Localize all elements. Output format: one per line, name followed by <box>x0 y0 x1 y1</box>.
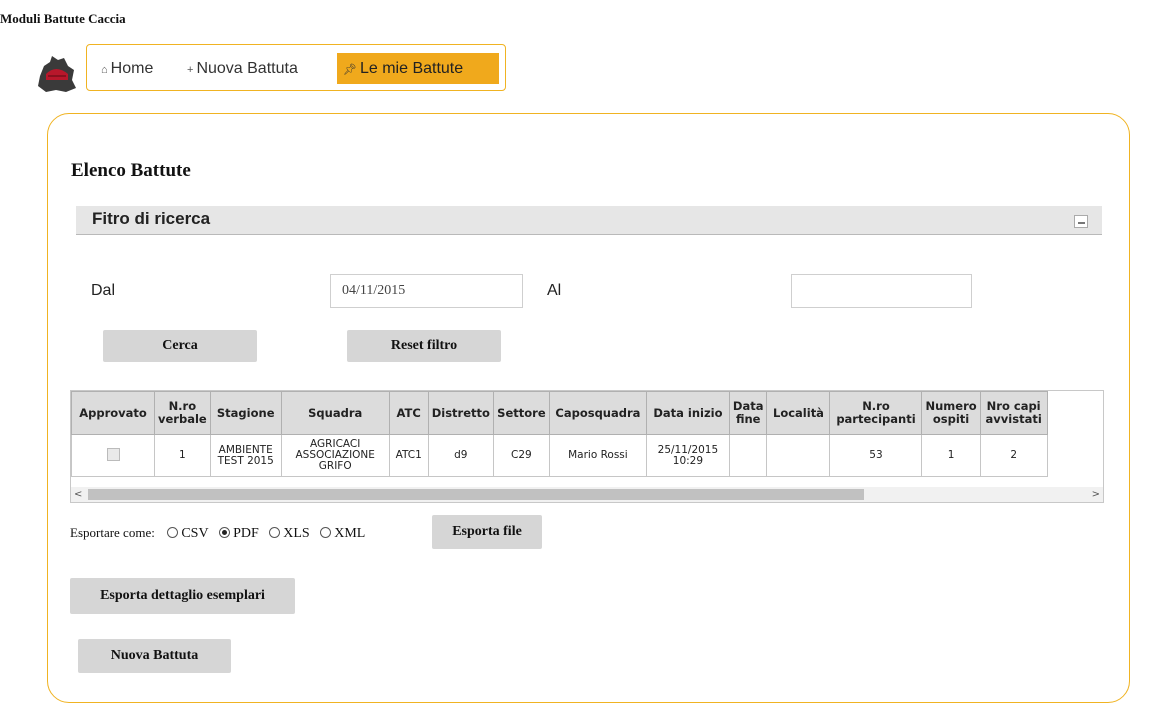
pin-icon: 📌︎ <box>343 64 357 76</box>
col-approvato[interactable]: Approvato <box>71 391 155 435</box>
cell-caposquadra: Mario Rossi <box>548 434 647 477</box>
nav-mine-label: Le mie Battute <box>359 60 464 77</box>
col-partecipanti[interactable]: N.ro partecipanti <box>829 391 923 435</box>
cell-squadra: AGRICACI ASSOCIAZIONE GRIFO <box>280 434 390 477</box>
col-squadra[interactable]: Squadra <box>280 391 390 435</box>
col-distretto[interactable]: Distretto <box>427 391 494 435</box>
col-atc[interactable]: ATC <box>388 391 429 435</box>
table-row[interactable]: 1 AMBIENTE TEST 2015 AGRICACI ASSOCIAZIO… <box>71 434 1048 477</box>
export-option-xml[interactable]: XML <box>317 526 365 541</box>
approvato-checkbox[interactable] <box>106 447 120 461</box>
radio-csv[interactable] <box>167 527 179 538</box>
col-localita[interactable]: Località <box>766 391 831 435</box>
export-detail-button[interactable]: Esporta dettaglio esemplari <box>70 578 295 614</box>
dal-date-input[interactable] <box>330 274 523 308</box>
scroll-left-icon[interactable]: < <box>74 487 82 502</box>
reset-filter-button[interactable]: Reset filtro <box>347 330 501 362</box>
export-option-pdf[interactable]: PDF <box>216 526 259 541</box>
option-pdf-label: PDF <box>233 526 259 541</box>
export-label: Esportare come: <box>70 525 155 540</box>
option-xml-label: XML <box>334 526 366 541</box>
nav-home[interactable]: ⌂ Home <box>95 53 159 84</box>
col-ospiti[interactable]: Numero ospiti <box>921 391 981 435</box>
battute-table: Approvato N.ro verbale Stagione Squadra … <box>70 390 1104 503</box>
export-option-csv[interactable]: CSV <box>164 526 209 541</box>
nav-new-battuta[interactable]: + Nuova Battuta <box>181 53 304 84</box>
col-verbale[interactable]: N.ro verbale <box>154 391 211 435</box>
horizontal-scrollbar[interactable]: < > <box>71 487 1103 502</box>
cell-ospiti: 1 <box>921 434 981 477</box>
new-battuta-button[interactable]: Nuova Battuta <box>78 639 231 673</box>
radio-xls[interactable] <box>269 527 281 538</box>
cell-atc: ATC1 <box>388 434 429 477</box>
search-button[interactable]: Cerca <box>103 330 257 362</box>
export-format-group: Esportare come: CSV PDF XLS XML <box>70 525 369 542</box>
page-title: Elenco Battute <box>71 160 191 181</box>
cell-capi-avvistati: 2 <box>979 434 1048 477</box>
collapse-icon[interactable] <box>1074 215 1088 228</box>
cell-verbale: 1 <box>154 434 211 477</box>
filter-header[interactable]: Fitro di ricerca <box>76 206 1102 235</box>
nav-new-label: Nuova Battuta <box>196 60 298 77</box>
dal-label: Dal <box>91 282 116 299</box>
al-label: Al <box>547 282 562 299</box>
export-file-button[interactable]: Esporta file <box>432 515 542 549</box>
option-csv-label: CSV <box>181 526 209 541</box>
cell-distretto: d9 <box>427 434 494 477</box>
filter-title: Fitro di ricerca <box>92 209 211 228</box>
radio-pdf[interactable] <box>219 527 231 538</box>
col-stagione[interactable]: Stagione <box>209 391 282 435</box>
col-data-fine[interactable]: Data fine <box>728 391 768 435</box>
nav-my-battute[interactable]: 📌︎ Le mie Battute <box>337 53 499 84</box>
scrollbar-thumb[interactable] <box>88 489 864 500</box>
cell-data-fine <box>728 434 768 477</box>
col-caposquadra[interactable]: Caposquadra <box>548 391 647 435</box>
col-settore[interactable]: Settore <box>492 391 550 435</box>
logo-icon <box>38 56 76 92</box>
cell-settore: C29 <box>492 434 550 477</box>
radio-xml[interactable] <box>320 527 332 538</box>
cell-stagione: AMBIENTE TEST 2015 <box>209 434 282 477</box>
app-title: Moduli Battute Caccia <box>0 11 126 26</box>
cell-partecipanti: 53 <box>829 434 923 477</box>
option-xls-label: XLS <box>283 526 310 541</box>
nav-home-label: Home <box>110 60 154 77</box>
cell-localita <box>766 434 831 477</box>
al-date-input[interactable] <box>791 274 972 308</box>
table-header-row: Approvato N.ro verbale Stagione Squadra … <box>71 391 1048 435</box>
plus-icon: + <box>187 64 194 76</box>
cell-data-inizio: 25/11/2015 10:29 <box>645 434 730 477</box>
cell-approvato <box>71 434 155 477</box>
col-capi-avvistati[interactable]: Nro capi avvistati <box>979 391 1048 435</box>
main-nav: ⌂ Home + Nuova Battuta 📌︎ Le mie Battute <box>86 44 506 91</box>
home-icon: ⌂ <box>101 64 108 76</box>
export-option-xls[interactable]: XLS <box>266 526 310 541</box>
col-data-inizio[interactable]: Data inizio <box>645 391 730 435</box>
scroll-right-icon[interactable]: > <box>1092 487 1100 502</box>
